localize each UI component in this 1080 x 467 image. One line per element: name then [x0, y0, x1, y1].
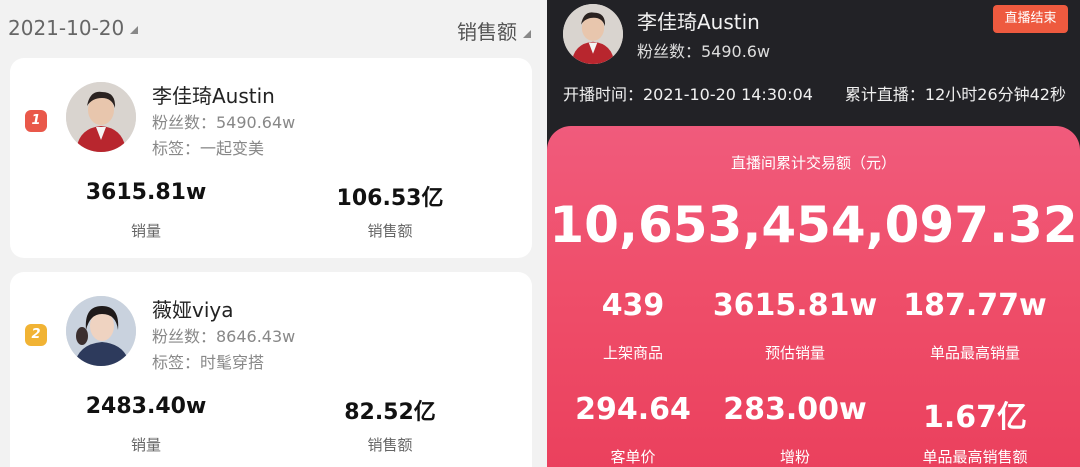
stat-value-listed-products: 439: [601, 288, 665, 323]
gmv-label: 直播间累计交易额（元）: [730, 154, 896, 172]
streamer-card[interactable]: 2 薇娅viya 粉丝数：8646.43w 标签：时髦穿搭 2483.40w 8…: [10, 272, 532, 467]
stat-value-new-fans: 283.00w: [723, 392, 867, 427]
stat-value-avg-order: 294.64: [575, 392, 691, 427]
stat-label-top-item-revenue: 单品最高销售额: [922, 448, 1028, 466]
avatar: [563, 4, 623, 64]
avatar: [66, 296, 136, 366]
sales-volume-value: 3615.81w: [85, 180, 207, 205]
dropdown-triangle-icon: [130, 26, 139, 34]
stat-value-top-item-revenue: 1.67亿: [922, 400, 1028, 435]
sales-volume-value: 2483.40w: [85, 394, 207, 419]
date-filter[interactable]: 2021-10-20: [8, 16, 139, 40]
streamer-tag: 标签：一起变美: [152, 139, 265, 158]
sort-label: 销售额: [457, 20, 517, 44]
start-time: 开播时间：2021-10-20 14:30:04: [563, 85, 813, 104]
live-duration: 累计直播：12小时26分钟42秒: [844, 85, 1066, 104]
revenue-value: 106.53亿: [336, 186, 444, 211]
rank-badge: 2: [25, 324, 47, 346]
sales-volume-label: 销量: [130, 436, 161, 454]
avatar-image-icon: [66, 82, 136, 152]
gmv-panel: 直播间累计交易额（元） 10,653,454,097.32 439 上架商品 3…: [547, 126, 1080, 467]
stat-value-estimated-sales: 3615.81w: [712, 288, 878, 323]
ranking-header: 2021-10-20 销售额: [0, 0, 547, 56]
ranking-panel: 2021-10-20 销售额 1 李佳琦Austin 粉丝数：5490.64w …: [0, 0, 547, 467]
live-ended-button[interactable]: 直播结束: [993, 5, 1068, 33]
stat-value-top-item-sales: 187.77w: [903, 288, 1047, 323]
streamer-name: 薇娅viya: [152, 298, 234, 322]
fans-count: 粉丝数：8646.43w: [152, 327, 296, 346]
date-label: 2021-10-20: [8, 16, 125, 40]
stat-label-listed-products: 上架商品: [602, 344, 663, 362]
streamer-card[interactable]: 1 李佳琦Austin 粉丝数：5490.64w 标签：一起变美 3615.81…: [10, 58, 532, 258]
streamer-name: 李佳琦Austin: [637, 10, 760, 34]
revenue-value: 82.52亿: [344, 400, 436, 425]
avatar-image-icon: [563, 4, 623, 64]
stat-label-avg-order: 客单价: [610, 448, 656, 466]
avatar-image-icon: [66, 296, 136, 366]
sort-selector[interactable]: 销售额: [457, 16, 531, 45]
streamer-tag: 标签：时髦穿搭: [152, 353, 265, 372]
fans-count: 粉丝数：5490.6w: [637, 42, 771, 61]
stat-label-top-item-sales: 单品最高销量: [929, 344, 1020, 362]
revenue-label: 销售额: [367, 436, 413, 454]
dropdown-triangle-icon: [523, 30, 531, 38]
live-stats-panel: 李佳琦Austin 粉丝数：5490.6w 直播结束 开播时间：2021-10-…: [547, 0, 1080, 467]
avatar: [66, 82, 136, 152]
rank-badge: 1: [25, 110, 47, 132]
streamer-name: 李佳琦Austin: [152, 84, 275, 108]
sales-volume-label: 销量: [130, 222, 161, 240]
stat-label-estimated-sales: 预估销量: [764, 344, 825, 362]
fans-count: 粉丝数：5490.64w: [152, 113, 296, 132]
gmv-value: 10,653,454,097.32: [549, 196, 1078, 254]
stat-label-new-fans: 增粉: [779, 448, 810, 466]
revenue-label: 销售额: [367, 222, 413, 240]
